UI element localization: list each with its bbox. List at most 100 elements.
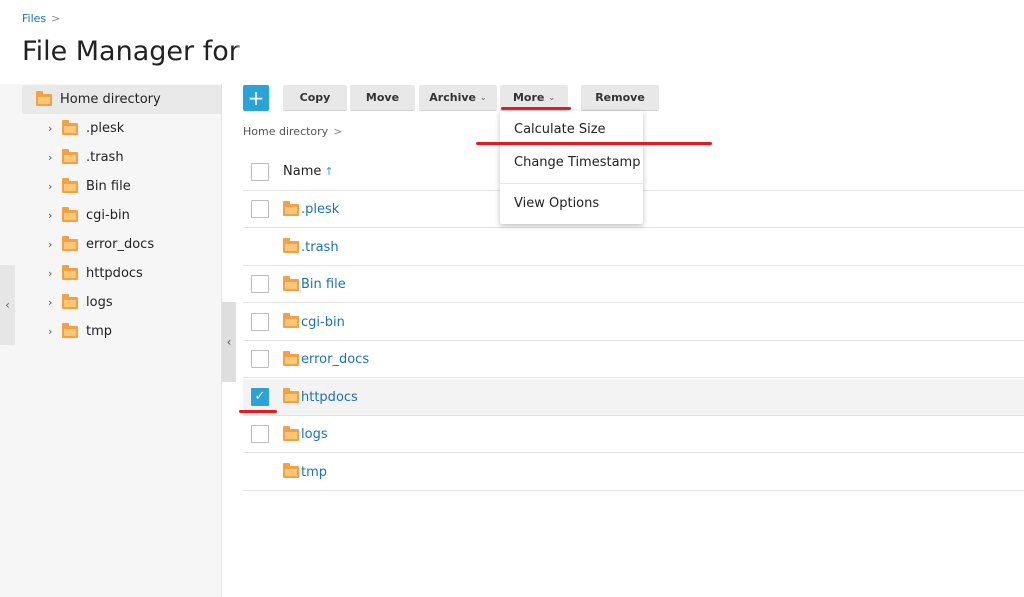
file-name-link[interactable]: error_docs xyxy=(283,350,370,367)
chevron-right-icon[interactable]: › xyxy=(48,267,58,280)
row-checkbox[interactable] xyxy=(251,275,269,293)
table-row[interactable]: ✓ httpdocs xyxy=(243,378,1024,416)
tree-item-label: httpdocs xyxy=(86,266,143,281)
file-name-label: error_docs xyxy=(301,352,370,367)
tree-item[interactable]: › cgi-bin xyxy=(48,201,130,230)
file-name-label: httpdocs xyxy=(301,389,358,405)
name-column-header[interactable]: Name ↑ xyxy=(283,164,334,179)
file-name-link[interactable]: logs xyxy=(283,425,328,442)
menu-item-change-timestamp[interactable]: Change Timestamp xyxy=(514,155,640,170)
remove-button[interactable]: Remove xyxy=(581,85,659,111)
file-name-link[interactable]: tmp xyxy=(283,463,328,480)
folder-icon xyxy=(283,388,299,403)
tree-item[interactable]: › httpdocs xyxy=(48,259,143,288)
tree-item[interactable]: › .trash xyxy=(48,143,124,172)
file-name-label: .plesk xyxy=(301,202,340,217)
chevron-right-icon[interactable]: › xyxy=(48,296,58,309)
folder-icon xyxy=(283,463,299,478)
tree-item[interactable]: › logs xyxy=(48,288,113,317)
file-name-link[interactable]: .trash xyxy=(283,238,339,255)
archive-button[interactable]: Archive ⌄ xyxy=(419,85,497,111)
tree-item-home-directory[interactable]: Home directory xyxy=(22,85,221,114)
more-dropdown-menu: Calculate Size Change Timestamp View Opt… xyxy=(500,111,643,224)
tree-item[interactable]: › tmp xyxy=(48,317,112,346)
folder-icon xyxy=(62,293,78,309)
tree-item-label: error_docs xyxy=(86,237,155,252)
archive-button-label: Archive xyxy=(429,91,476,104)
tree-item-label: Bin file xyxy=(86,179,131,194)
chevron-right-icon[interactable]: › xyxy=(48,325,58,338)
chevron-left-icon[interactable]: ‹ xyxy=(0,265,15,345)
page-title: File Manager for xyxy=(22,36,240,67)
tree-item[interactable]: › Bin file xyxy=(48,172,131,201)
folder-icon xyxy=(62,206,78,222)
row-checkbox[interactable] xyxy=(251,312,269,331)
sort-ascending-icon: ↑ xyxy=(324,165,334,178)
folder-icon xyxy=(62,322,78,338)
chevron-right-icon[interactable]: › xyxy=(48,151,58,164)
more-button-label: More xyxy=(512,91,545,104)
annotation-underline-calculate-size xyxy=(476,142,712,145)
table-row[interactable]: cgi-bin xyxy=(243,304,1024,341)
collapse-tree-button[interactable]: ‹ xyxy=(222,302,236,382)
file-name-link[interactable]: .plesk xyxy=(283,200,340,217)
folder-icon xyxy=(36,90,52,106)
file-name-link[interactable]: Bin file xyxy=(283,275,346,292)
table-row[interactable]: Bin file xyxy=(243,266,1024,303)
path-separator: > xyxy=(333,125,343,138)
breadcrumb-files-link[interactable]: Files xyxy=(22,12,46,25)
row-checkbox[interactable] xyxy=(251,200,269,218)
chevron-right-icon[interactable]: › xyxy=(48,180,58,193)
folder-icon xyxy=(283,313,299,328)
chevron-right-icon[interactable]: › xyxy=(48,209,58,222)
folder-icon xyxy=(62,148,78,164)
annotation-underline-more xyxy=(501,107,571,110)
chevron-right-icon[interactable]: › xyxy=(48,122,58,135)
tree-item-label: Home directory xyxy=(60,92,161,107)
row-checkbox[interactable] xyxy=(251,425,269,443)
folder-icon xyxy=(62,235,78,251)
name-column-label: Name xyxy=(283,164,322,179)
folder-icon xyxy=(283,275,299,291)
folder-icon xyxy=(62,177,78,193)
tree-item-label: tmp xyxy=(86,324,113,339)
annotation-underline-checkbox xyxy=(239,410,277,413)
tree-item[interactable]: › error_docs xyxy=(48,230,154,259)
tree-item-label: .plesk xyxy=(86,121,125,136)
row-checkbox[interactable] xyxy=(251,350,269,368)
select-all-checkbox[interactable] xyxy=(251,163,269,181)
folder-icon xyxy=(283,200,299,216)
breadcrumb: Files > xyxy=(22,12,60,25)
menu-item-calculate-size[interactable]: Calculate Size xyxy=(514,122,606,137)
file-name-label: tmp xyxy=(301,464,328,480)
folder-icon xyxy=(283,350,299,366)
menu-divider xyxy=(500,183,643,184)
folder-icon xyxy=(283,425,299,441)
redacted-domain xyxy=(243,31,419,69)
folder-icon xyxy=(283,238,299,253)
table-row[interactable]: .trash xyxy=(243,229,1024,266)
row-checkbox[interactable]: ✓ xyxy=(251,387,269,406)
file-name-label: .trash xyxy=(301,239,339,255)
add-button[interactable]: + xyxy=(243,85,269,111)
tree-item-label: .trash xyxy=(86,150,124,165)
chevron-down-icon: ⌄ xyxy=(548,93,556,102)
table-row[interactable]: error_docs xyxy=(243,341,1024,378)
current-path: Home directory > xyxy=(243,125,342,138)
folder-icon xyxy=(62,119,78,135)
copy-button[interactable]: Copy xyxy=(283,85,347,111)
table-row[interactable]: tmp xyxy=(243,454,1024,491)
file-name-link[interactable]: cgi-bin xyxy=(283,313,345,330)
tree-item-label: logs xyxy=(86,295,113,310)
chevron-right-icon[interactable]: › xyxy=(48,238,58,251)
menu-item-view-options[interactable]: View Options xyxy=(514,196,599,211)
tree-item[interactable]: › .plesk xyxy=(48,114,124,143)
chevron-down-icon: ⌄ xyxy=(480,93,487,102)
file-name-label: Bin file xyxy=(301,277,346,292)
move-button[interactable]: Move xyxy=(350,85,415,111)
file-name-label: logs xyxy=(301,427,328,442)
file-name-link[interactable]: httpdocs xyxy=(283,388,358,405)
path-home-link[interactable]: Home directory xyxy=(243,125,328,138)
breadcrumb-separator: > xyxy=(51,12,61,25)
table-row[interactable]: logs xyxy=(243,416,1024,453)
